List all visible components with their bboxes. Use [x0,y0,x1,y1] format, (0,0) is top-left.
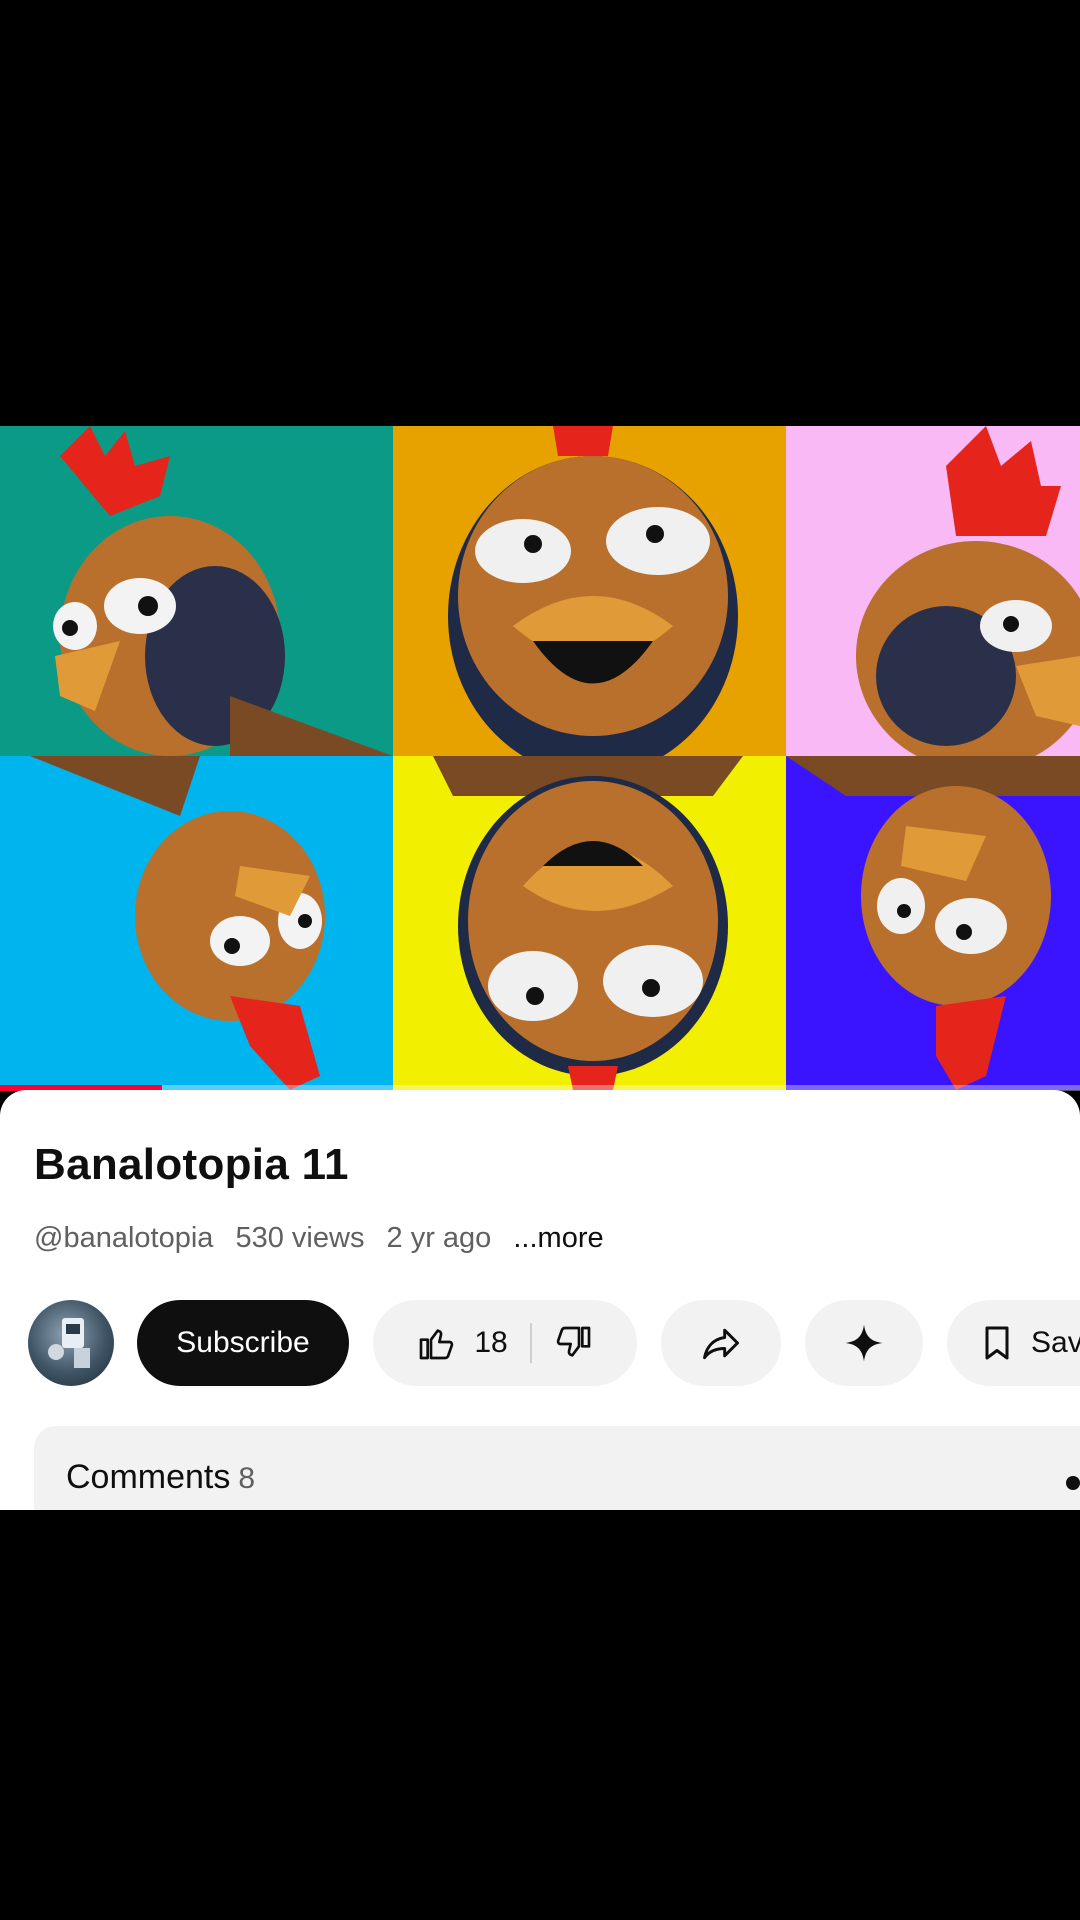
like-button[interactable]: 18 [416,1300,508,1386]
thumbs-up-icon [419,1329,454,1360]
video-tile-2 [393,426,786,756]
video-tile-4 [0,756,393,1090]
more-link[interactable]: ...more [513,1222,603,1254]
comments-header: Comments 8 [66,1458,255,1497]
video-tile-3 [786,426,1080,756]
action-bar: Subscribe 18 Sav [0,1300,1080,1390]
sparkle-icon [845,1324,883,1362]
channel-avatar[interactable] [28,1300,114,1386]
comments-count: 8 [238,1462,256,1495]
like-dislike-group: 18 [373,1300,637,1386]
save-button[interactable]: Save [947,1300,1080,1386]
ai-sparkle-button[interactable] [805,1300,923,1386]
phone-screen: Banalotopia 11 @banalotopia 530 views 2 … [0,0,1080,1920]
dislike-button[interactable] [554,1300,594,1386]
chicken-head-art [786,756,1080,1090]
video-meta[interactable]: @banalotopia 530 views 2 yr ago ...more [34,1222,618,1255]
chicken-head-art [448,426,738,756]
comments-panel[interactable]: Comments 8 [34,1426,1080,1510]
chicken-head-art [433,756,743,1090]
bookmark-icon [985,1326,1009,1360]
video-tile-1 [0,426,393,756]
chicken-head-art [856,426,1080,756]
chicken-head-art [30,756,325,1090]
like-divider [529,1323,532,1363]
video-tile-5 [393,756,786,1090]
view-count: 530 views [235,1222,365,1254]
chicken-head-art [53,426,393,756]
comments-indicator-dot [1066,1476,1080,1490]
like-count: 18 [474,1326,508,1359]
thumbs-down-icon [556,1326,591,1357]
video-info-sheet: Banalotopia 11 @banalotopia 530 views 2 … [0,1090,1080,1510]
subscribe-button[interactable]: Subscribe [137,1300,349,1386]
avatar-image [48,1318,90,1368]
upload-age: 2 yr ago [386,1222,492,1254]
video-player[interactable] [0,426,1080,1090]
save-label: Save [1031,1326,1080,1359]
share-icon [703,1328,739,1360]
comments-label: Comments [66,1458,231,1496]
channel-handle[interactable]: @banalotopia [34,1222,213,1254]
video-tile-6 [786,756,1080,1090]
video-title: Banalotopia 11 [34,1140,349,1189]
share-button[interactable] [661,1300,781,1386]
